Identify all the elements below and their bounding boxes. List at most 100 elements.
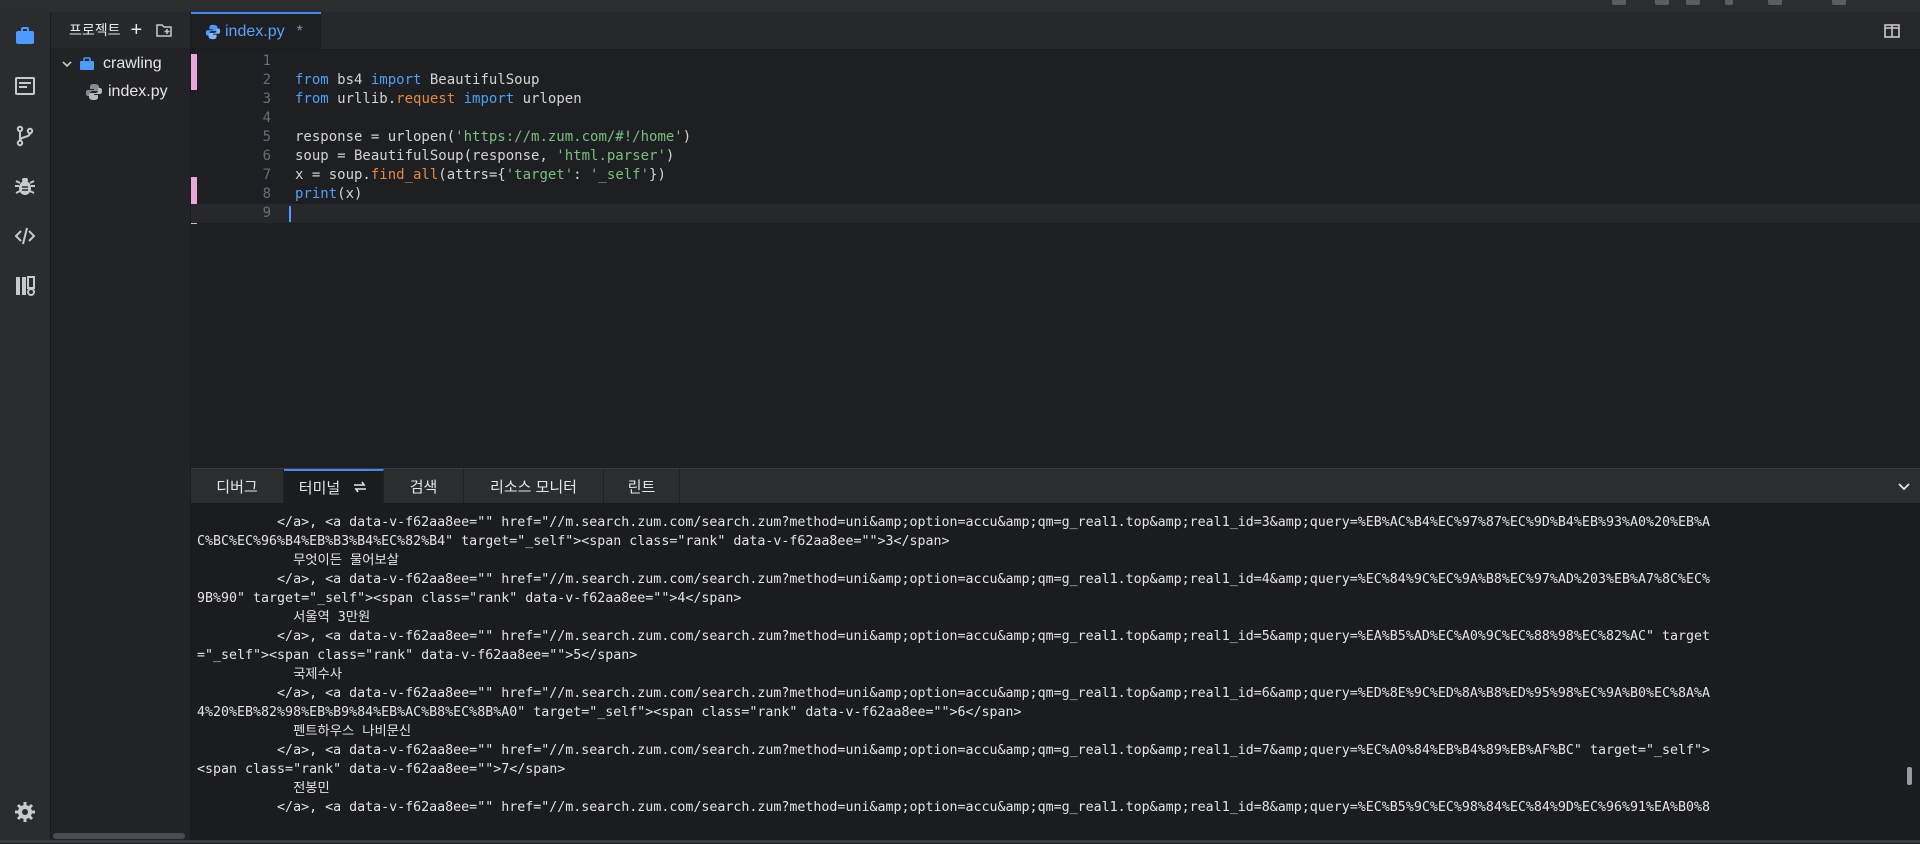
terminal-line: </a>, <a data-v-f62aa8ee="" href="//m.se… (197, 629, 1711, 644)
code-text: response = urlopen('https://m.zum.com/#!… (295, 128, 691, 147)
toolbar-icon[interactable] (1655, 0, 1669, 5)
code-line[interactable]: 6 soup = BeautifulSoup(response, 'html.pa… (191, 147, 1920, 166)
line-number: 7 (262, 167, 271, 183)
line-number: 1 (262, 53, 271, 69)
toolbar-icon[interactable] (1768, 0, 1782, 5)
terminal-line: </a>, <a data-v-f62aa8ee="" href="//m.se… (197, 686, 1711, 701)
terminal-line: 국제수사 (197, 667, 342, 682)
line-number: 9 (262, 205, 271, 221)
terminal-line: 서울역 3만원 (197, 610, 371, 625)
line-number: 8 (262, 186, 271, 202)
code-token: 'html.parser' (556, 148, 666, 164)
explorer-header: 프로젝트 + (51, 12, 190, 48)
tab-terminal[interactable]: 터미널 (284, 469, 384, 503)
toolbar-icon[interactable] (1612, 0, 1626, 5)
line-number: 2 (262, 72, 271, 88)
code-line[interactable]: 1 (191, 52, 1920, 71)
line-number: 4 (262, 110, 271, 126)
library-icon[interactable] (0, 264, 50, 308)
text-cursor (289, 206, 291, 222)
code-token: ) (682, 129, 692, 145)
code-text: from urllib.request import urlopen (295, 90, 582, 109)
code-token: print (295, 186, 338, 202)
code-text: print(x) (295, 185, 362, 204)
unsaved-indicator: * (296, 22, 303, 40)
panel-tab-bar: 디버그 터미널 검색 리소스 모니터 린트 (191, 469, 1920, 504)
code-area[interactable]: 1 2 from bs4 import BeautifulSoup 3 from url… (191, 50, 1920, 468)
tab-debug[interactable]: 디버그 (191, 469, 284, 503)
tab-search[interactable]: 검색 (384, 469, 464, 503)
tab-index-py[interactable]: index.py * (191, 12, 321, 49)
add-project-button[interactable]: + (131, 20, 143, 40)
tree-folder-crawling[interactable]: crawling (61, 50, 162, 78)
explorer-horizontal-scrollbar[interactable] (53, 833, 185, 839)
split-editor-icon[interactable] (1884, 24, 1900, 38)
project-explorer: 프로젝트 + crawling index.py (51, 12, 191, 843)
terminal-line: </a>, <a data-v-f62aa8ee="" href="//m.se… (197, 743, 1711, 758)
bottom-panel: 디버그 터미널 검색 리소스 모니터 린트 </a>, <a data-v-f6… (191, 468, 1920, 844)
code-text: x = soup.find_all(attrs={'target': '_sel… (295, 166, 666, 185)
tree-file-label: index.py (108, 83, 168, 100)
code-token: urlopen (514, 91, 582, 107)
terminal-line: <span class="rank" data-v-f62aa8ee="">7<… (197, 762, 566, 777)
terminal-output[interactable]: </a>, <a data-v-f62aa8ee="" href="//m.se… (197, 513, 1897, 833)
code-token: urllib. (328, 91, 397, 107)
terminal-line: </a>, <a data-v-f62aa8ee="" href="//m.se… (197, 572, 1711, 587)
code-line[interactable]: 3 from urllib.request import urlopen (191, 90, 1920, 109)
code-token: import (463, 91, 515, 107)
code-line[interactable]: 4 (191, 109, 1920, 128)
code-token: ) (665, 148, 675, 164)
tab-lint[interactable]: 린트 (604, 469, 680, 503)
editor-tab-bar: index.py * (191, 12, 1920, 50)
code-token: response = urlopen( (295, 129, 456, 145)
chevron-down-icon[interactable] (61, 58, 73, 70)
code-token: (x) (337, 186, 363, 202)
line-number: 5 (262, 129, 271, 145)
toolbar-icon[interactable] (1686, 0, 1700, 5)
toolbar-icon[interactable] (1832, 0, 1846, 5)
tree-file-index-py[interactable]: index.py (85, 78, 168, 106)
projects-icon[interactable] (0, 14, 50, 58)
tab-resource-monitor[interactable]: 리소스 모니터 (464, 469, 604, 503)
code-editor: index.py * 1 2 from bs4 import BeautifulSo… (191, 12, 1920, 468)
terminal-line: ="_self"><span class="rank" data-v-f62aa… (197, 648, 638, 663)
code-token: x = soup. (295, 167, 371, 183)
code-token: import (370, 72, 422, 88)
refresh-icon[interactable] (352, 480, 368, 494)
explorer-title: 프로젝트 (69, 22, 121, 38)
tab-terminal-label: 터미널 (298, 479, 341, 497)
code-token: BeautifulSoup (421, 72, 540, 88)
code-line[interactable]: 2 from bs4 import BeautifulSoup (191, 71, 1920, 90)
code-line[interactable]: 8 print(x) (191, 185, 1920, 204)
terminal-line: </a>, <a data-v-f62aa8ee="" href="//m.se… (197, 515, 1711, 530)
folder-icon (80, 57, 94, 70)
code-line[interactable]: 7 x = soup.find_all(attrs={'target': '_se… (191, 166, 1920, 185)
code-text: soup = BeautifulSoup(response, 'html.par… (295, 147, 674, 166)
toolbar-icon[interactable] (1725, 0, 1733, 5)
code-token: 'https://m.zum.com/#!/home' (455, 129, 683, 145)
code-line[interactable]: 5 response = urlopen('https://m.zum.com/#… (191, 128, 1920, 147)
code-line[interactable]: 9 (191, 204, 1920, 223)
line-number: 6 (262, 148, 271, 164)
terminal-line: 4%20%EB%82%98%EB%B9%84%EB%AC%B8%EC%8B%A0… (197, 705, 1022, 720)
code-token: : (573, 167, 591, 183)
code-token: (attrs={ (438, 167, 506, 183)
terminal-line: C%BC%EC%96%B4%EB%B3%B4%EC%82%B4" target=… (197, 534, 950, 549)
debug-bug-icon[interactable] (0, 164, 50, 208)
terminal-scrollbar[interactable] (1907, 767, 1912, 785)
terminal-line: 9B%90" target="_self"><span class="rank"… (197, 591, 742, 606)
line-number: 3 (262, 91, 271, 107)
source-control-icon[interactable] (0, 114, 50, 158)
collapse-panel-chevron-icon[interactable] (1896, 478, 1912, 494)
python-file-icon (86, 84, 102, 100)
new-folder-icon[interactable] (156, 23, 172, 37)
editor-icon[interactable] (0, 64, 50, 108)
code-token: request (396, 91, 456, 107)
terminal-line: </a>, <a data-v-f62aa8ee="" href="//m.se… (197, 800, 1711, 815)
terminal-line: 무엇이든 물어보살 (197, 553, 399, 568)
activity-bar (0, 12, 51, 843)
code-icon[interactable] (0, 214, 50, 258)
code-token: from (295, 91, 329, 107)
settings-gear-icon[interactable] (0, 790, 50, 834)
